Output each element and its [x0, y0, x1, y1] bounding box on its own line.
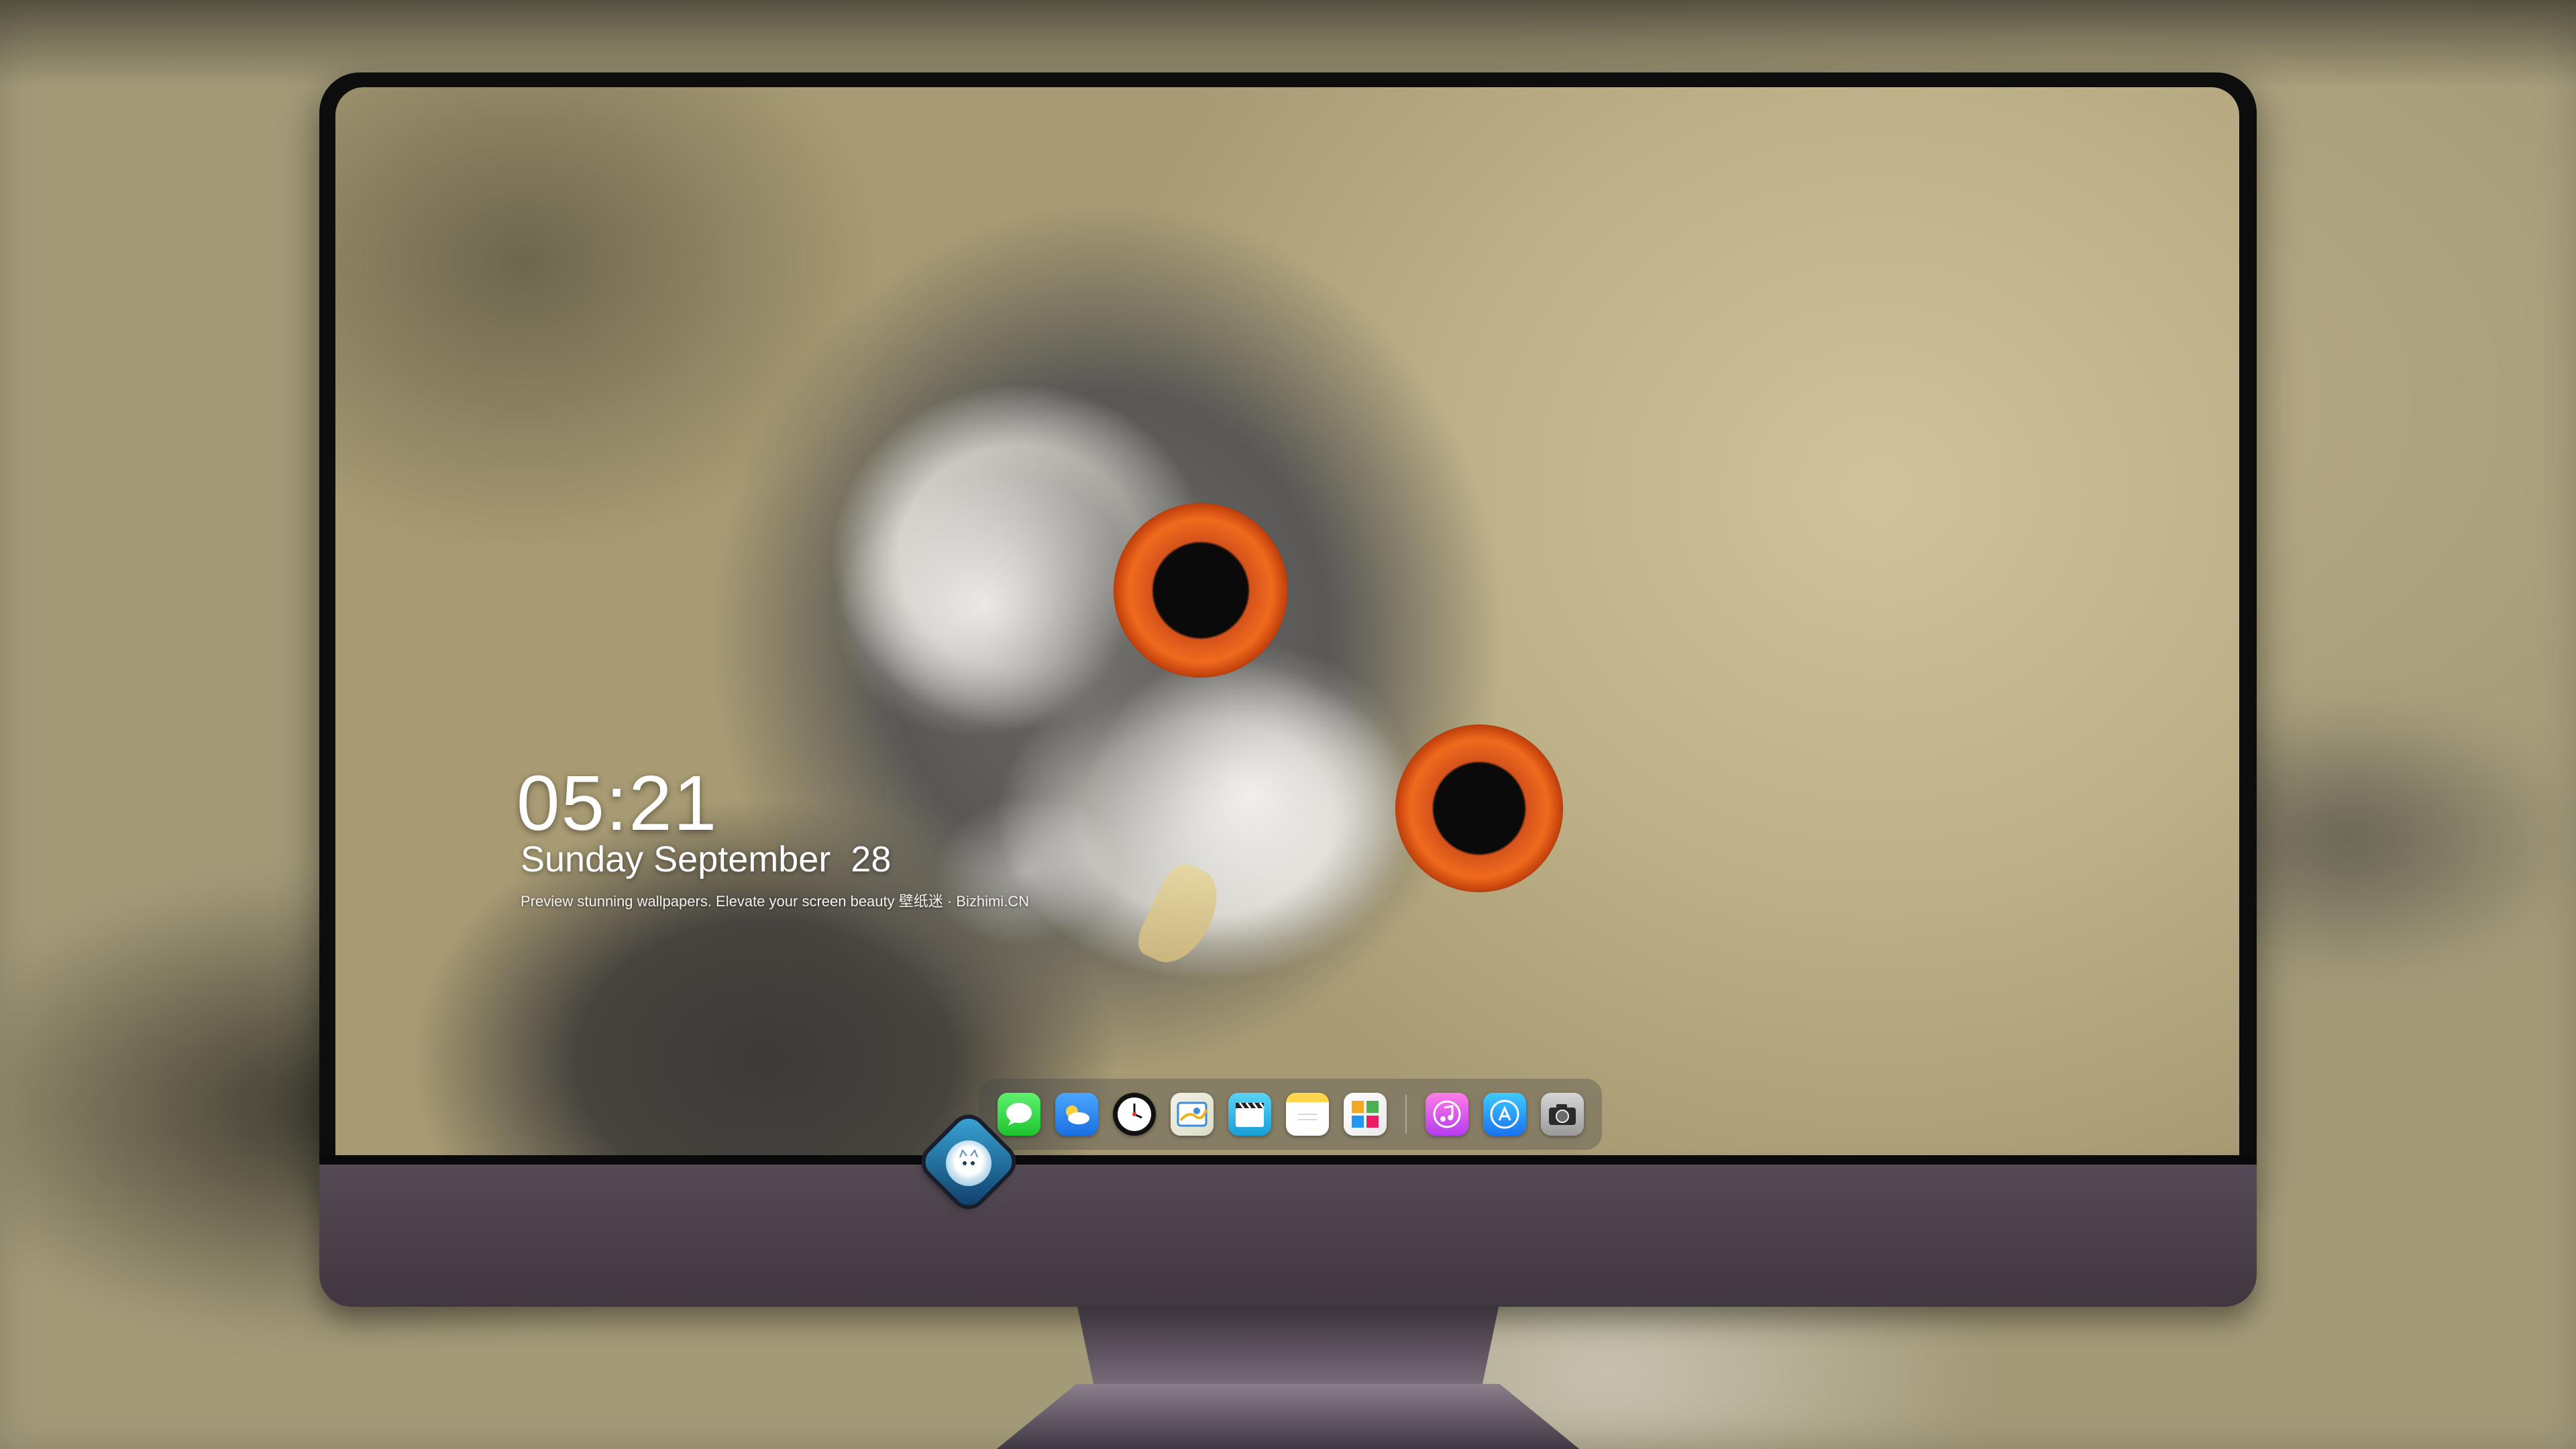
- wallpaper-owl-eye-left: [1114, 503, 1288, 678]
- wallpaper-owl-eye-right: [1395, 724, 1563, 892]
- brand-mascot-icon: [946, 1140, 991, 1186]
- dock-separator: [1405, 1095, 1407, 1134]
- monitor-stand-neck: [1077, 1307, 1499, 1387]
- lock-date: Sunday September 28: [521, 839, 892, 879]
- weather-icon[interactable]: [1055, 1093, 1098, 1136]
- desktop-scene: 05:21 Sunday September 28 Preview stunni…: [0, 0, 2576, 1449]
- camera-icon[interactable]: [1541, 1093, 1584, 1136]
- app-store-icon[interactable]: [1483, 1093, 1526, 1136]
- lock-screen[interactable]: 05:21 Sunday September 28 Preview stunni…: [335, 87, 2239, 1155]
- dock: [979, 1079, 1602, 1150]
- clips-icon[interactable]: [1228, 1093, 1271, 1136]
- maps-icon[interactable]: [1171, 1093, 1214, 1136]
- messages-icon[interactable]: [998, 1093, 1040, 1136]
- monitor-chin: [319, 1165, 2257, 1307]
- monitor: 05:21 Sunday September 28 Preview stunni…: [319, 72, 2257, 1449]
- clock-icon[interactable]: [1113, 1093, 1156, 1136]
- music-icon[interactable]: [1426, 1093, 1468, 1136]
- lock-clock: 05:21: [517, 759, 718, 847]
- monitor-stand-base: [994, 1384, 1582, 1449]
- wallpaper-credit: Preview stunning wallpapers. Elevate you…: [521, 893, 1030, 910]
- notes-icon[interactable]: [1286, 1093, 1329, 1136]
- photos-icon[interactable]: [1344, 1093, 1387, 1136]
